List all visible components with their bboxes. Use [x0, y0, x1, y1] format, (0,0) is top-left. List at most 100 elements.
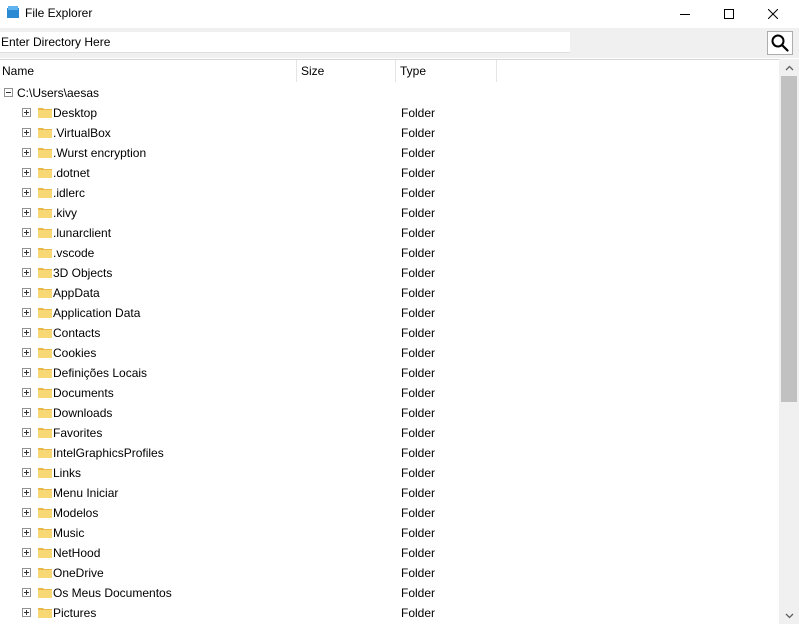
scroll-up-button[interactable]: [779, 59, 799, 76]
tree-row[interactable]: .Wurst encryption Folder: [0, 143, 779, 163]
tree-row[interactable]: NetHood Folder: [0, 543, 779, 563]
expand-icon[interactable]: [22, 308, 31, 317]
item-name: Definições Locais: [53, 366, 148, 380]
tree-row[interactable]: AppData Folder: [0, 283, 779, 303]
file-tree[interactable]: Name Size Type C:\Users\aesas Desktop Fol…: [0, 59, 779, 625]
item-type: Folder: [401, 266, 436, 280]
expand-icon[interactable]: [22, 148, 31, 157]
tree-row[interactable]: Desktop Folder: [0, 103, 779, 123]
root-path: C:\Users\aesas: [17, 86, 100, 100]
tree-row[interactable]: Pictures Folder: [0, 603, 779, 623]
column-name-header[interactable]: Name: [0, 60, 297, 82]
expand-icon[interactable]: [22, 448, 31, 457]
item-name: .lunarclient: [53, 226, 112, 240]
folder-icon: [38, 428, 52, 438]
expand-icon[interactable]: [22, 608, 31, 617]
folder-icon: [38, 408, 52, 418]
maximize-icon: [724, 9, 734, 19]
tree-row[interactable]: Definições Locais Folder: [0, 363, 779, 383]
tree-row[interactable]: Modelos Folder: [0, 503, 779, 523]
search-button[interactable]: [767, 31, 793, 55]
tree-row[interactable]: IntelGraphicsProfiles Folder: [0, 443, 779, 463]
expand-icon[interactable]: [22, 508, 31, 517]
expand-icon[interactable]: [22, 328, 31, 337]
expand-icon[interactable]: [22, 528, 31, 537]
folder-icon: [38, 368, 52, 378]
expand-icon[interactable]: [22, 128, 31, 137]
expand-icon[interactable]: [22, 348, 31, 357]
folder-icon: [38, 228, 52, 238]
folder-icon: [38, 208, 52, 218]
item-name: Music: [53, 526, 85, 540]
expand-icon[interactable]: [22, 468, 31, 477]
tree-row[interactable]: .lunarclient Folder: [0, 223, 779, 243]
expand-icon[interactable]: [22, 168, 31, 177]
expand-icon[interactable]: [22, 368, 31, 377]
tree-row[interactable]: Music Folder: [0, 523, 779, 543]
folder-icon: [38, 488, 52, 498]
tree-row[interactable]: Contacts Folder: [0, 323, 779, 343]
item-name: Os Meus Documentos: [53, 586, 172, 600]
expand-icon[interactable]: [22, 548, 31, 557]
expand-icon[interactable]: [22, 388, 31, 397]
tree-row[interactable]: .kivy Folder: [0, 203, 779, 223]
root-row[interactable]: C:\Users\aesas: [0, 83, 779, 103]
tree-row[interactable]: .dotnet Folder: [0, 163, 779, 183]
tree-row[interactable]: Menu Iniciar Folder: [0, 483, 779, 503]
folder-icon: [38, 168, 52, 178]
tree-row[interactable]: Favorites Folder: [0, 423, 779, 443]
scroll-thumb[interactable]: [781, 76, 797, 402]
item-name: AppData: [53, 286, 100, 300]
item-name: Modelos: [53, 506, 99, 520]
expand-icon[interactable]: [22, 588, 31, 597]
item-type: Folder: [401, 386, 436, 400]
item-type: Folder: [401, 406, 436, 420]
tree-row[interactable]: Application Data Folder: [0, 303, 779, 323]
collapse-icon[interactable]: [4, 88, 13, 97]
tree-row[interactable]: Documents Folder: [0, 383, 779, 403]
expand-icon[interactable]: [22, 248, 31, 257]
expand-icon[interactable]: [22, 108, 31, 117]
column-type-header[interactable]: Type: [396, 60, 497, 82]
directory-input[interactable]: [0, 32, 570, 53]
expand-icon[interactable]: [22, 188, 31, 197]
expand-icon[interactable]: [22, 268, 31, 277]
item-type: Folder: [401, 206, 436, 220]
item-name: NetHood: [53, 546, 101, 560]
vertical-scrollbar[interactable]: [779, 59, 799, 624]
item-type: Folder: [401, 526, 436, 540]
minimize-button[interactable]: [663, 0, 707, 28]
scroll-down-button[interactable]: [779, 607, 799, 624]
expand-icon[interactable]: [22, 208, 31, 217]
tree-row[interactable]: Os Meus Documentos Folder: [0, 583, 779, 603]
folder-icon: [38, 348, 52, 358]
tree-row[interactable]: .vscode Folder: [0, 243, 779, 263]
item-name: .vscode: [53, 246, 95, 260]
tree-row[interactable]: Downloads Folder: [0, 403, 779, 423]
item-name: .kivy: [53, 206, 77, 220]
close-button[interactable]: [751, 0, 795, 28]
expand-icon[interactable]: [22, 408, 31, 417]
tree-row[interactable]: OneDrive Folder: [0, 563, 779, 583]
expand-icon[interactable]: [22, 488, 31, 497]
folder-icon: [38, 568, 52, 578]
item-type: Folder: [401, 226, 436, 240]
item-type: Folder: [401, 166, 436, 180]
app-icon: [7, 6, 19, 18]
item-type: Folder: [401, 146, 436, 160]
item-type: Folder: [401, 366, 436, 380]
expand-icon[interactable]: [22, 428, 31, 437]
folder-icon: [38, 248, 52, 258]
tree-row[interactable]: Links Folder: [0, 463, 779, 483]
item-name: Downloads: [53, 406, 113, 420]
column-size-header[interactable]: Size: [297, 60, 396, 82]
maximize-button[interactable]: [707, 0, 751, 28]
tree-row[interactable]: .idlerc Folder: [0, 183, 779, 203]
expand-icon[interactable]: [22, 288, 31, 297]
item-name: Menu Iniciar: [53, 486, 119, 500]
tree-row[interactable]: .VirtualBox Folder: [0, 123, 779, 143]
tree-row[interactable]: Cookies Folder: [0, 343, 779, 363]
expand-icon[interactable]: [22, 568, 31, 577]
expand-icon[interactable]: [22, 228, 31, 237]
tree-row[interactable]: 3D Objects Folder: [0, 263, 779, 283]
